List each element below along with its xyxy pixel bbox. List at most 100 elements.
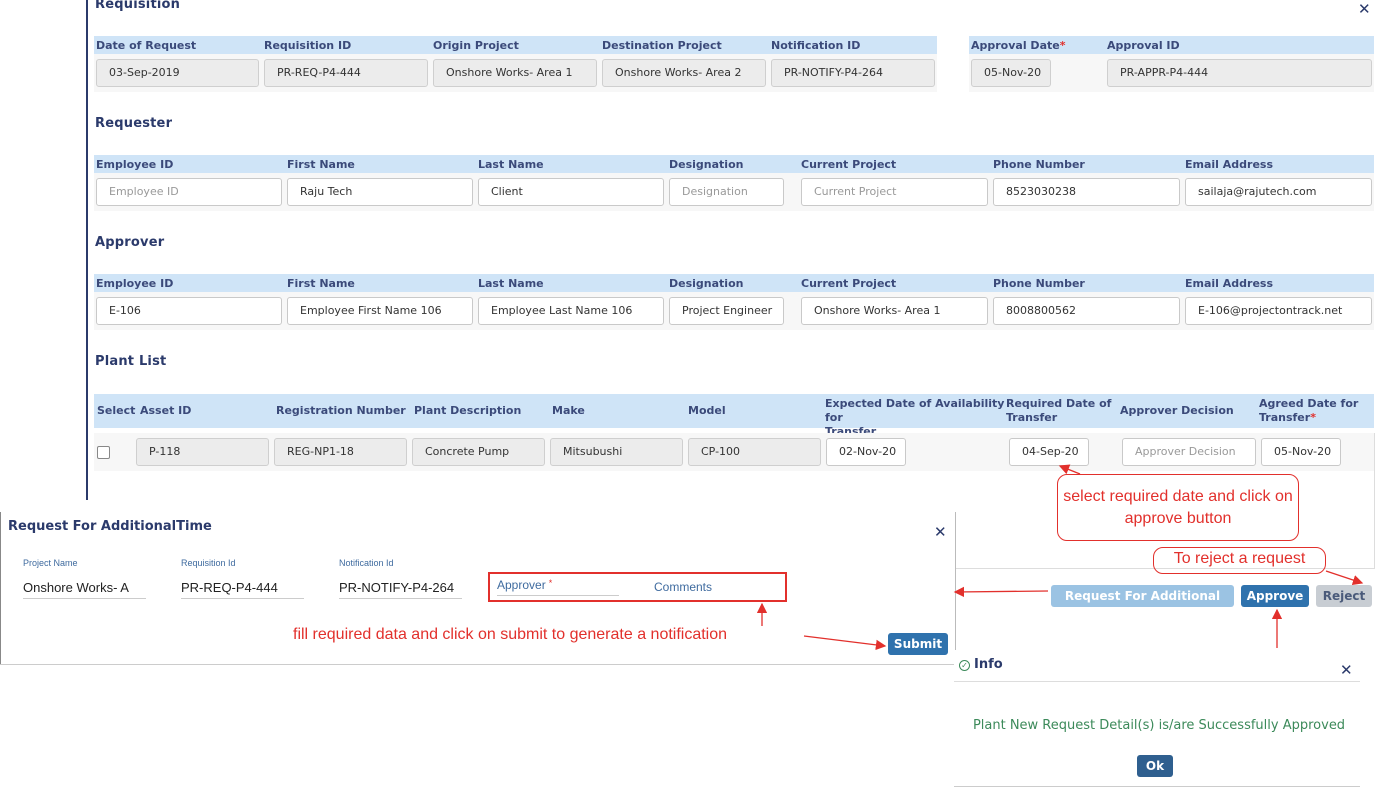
info-dialog: ✓ Info ✕ Plant New Request Detail(s) is/… xyxy=(954,650,1364,788)
requester-employee-id-input[interactable]: Employee ID xyxy=(96,178,282,206)
registration-number-field: REG-NP1-18 xyxy=(274,438,407,466)
header-agreed-date-line1: Agreed Date for xyxy=(1259,397,1359,410)
approver-designation-input[interactable]: Project Engineer xyxy=(669,297,784,325)
requisition-id-field: PR-REQ-P4-444 xyxy=(264,59,428,87)
info-title: Info xyxy=(974,657,1003,672)
plant-description-field: Concrete Pump xyxy=(412,438,545,466)
required-date-input[interactable]: 04-Sep-20 xyxy=(1009,438,1089,466)
project-name-label: Project Name xyxy=(23,558,78,568)
header-email-address: Email Address xyxy=(1185,277,1274,290)
requisition-id-label: Requisition Id xyxy=(181,558,236,568)
notification-id-field: PR-NOTIFY-P4-264 xyxy=(771,59,935,87)
header-current-project: Current Project xyxy=(801,158,897,171)
header-last-name: Last Name xyxy=(478,158,544,171)
approver-phone-input[interactable]: 8008800562 xyxy=(993,297,1180,325)
requester-email-input[interactable]: sailaja@rajutech.com xyxy=(1185,178,1372,206)
header-select: Select xyxy=(97,404,136,417)
annotation-reject: To reject a request xyxy=(1173,550,1306,567)
dialog-title: Request For AdditionalTime xyxy=(8,519,212,534)
header-approval-date: Approval Date xyxy=(971,39,1060,52)
dialog-requisition-id-input[interactable]: PR-REQ-P4-444 xyxy=(181,580,304,599)
header-notification-id: Notification ID xyxy=(771,39,861,52)
approver-title: Approver xyxy=(95,235,165,250)
header-required-date-line2: Transfer xyxy=(1006,411,1058,424)
approver-email-input[interactable]: E-106@projectontrack.net xyxy=(1185,297,1372,325)
info-close-icon[interactable]: ✕ xyxy=(1340,661,1353,679)
project-name-input[interactable]: Onshore Works- A xyxy=(23,580,146,599)
make-field: Mitsubushi xyxy=(550,438,683,466)
header-agreed-date-line2: Transfer xyxy=(1259,411,1311,424)
required-mark: * xyxy=(1310,411,1316,424)
header-first-name: First Name xyxy=(287,158,355,171)
approver-decision-input[interactable]: Approver Decision xyxy=(1122,438,1256,466)
table-right-border xyxy=(1374,433,1375,568)
header-registration-number: Registration Number xyxy=(276,404,406,417)
requester-designation-input[interactable]: Designation xyxy=(669,178,784,206)
approver-current-project-input[interactable]: Onshore Works- Area 1 xyxy=(801,297,988,325)
origin-project-field: Onshore Works- Area 1 xyxy=(433,59,597,87)
approver-employee-id-input[interactable]: E-106 xyxy=(96,297,282,325)
expected-date-input[interactable]: 02-Nov-20 xyxy=(826,438,906,466)
info-ok-button[interactable]: Ok xyxy=(1137,755,1173,777)
approver-first-name-input[interactable]: Employee First Name 106 xyxy=(287,297,473,325)
header-last-name: Last Name xyxy=(478,277,544,290)
approval-date-field[interactable]: 05-Nov-20 xyxy=(971,59,1051,87)
header-requisition-id: Requisition ID xyxy=(264,39,352,52)
required-mark: * xyxy=(548,578,553,588)
requester-first-name-input[interactable]: Raju Tech xyxy=(287,178,473,206)
header-date-of-request: Date of Request xyxy=(96,39,197,52)
annotation-fill-data: fill required data and click on submit t… xyxy=(293,626,728,643)
requisition-title: Requisition xyxy=(95,0,181,12)
approver-last-name-input[interactable]: Employee Last Name 106 xyxy=(478,297,664,325)
header-required-date: Required Date of Transfer xyxy=(1006,397,1116,425)
page-left-border xyxy=(86,0,88,500)
approver-select[interactable]: Approver * xyxy=(497,578,619,596)
approve-button[interactable]: Approve xyxy=(1241,585,1309,607)
annotation-select-date: select required date and click on approv… xyxy=(1063,488,1293,527)
header-email-address: Email Address xyxy=(1185,158,1274,171)
header-asset-id: Asset ID xyxy=(140,404,192,417)
header-approver-decision: Approver Decision xyxy=(1120,404,1234,417)
requester-last-name-input[interactable]: Client xyxy=(478,178,664,206)
header-current-project: Current Project xyxy=(801,277,897,290)
header-expected-date-line1: Expected Date of Availability for xyxy=(825,397,1005,424)
submit-button[interactable]: Submit xyxy=(888,633,948,655)
asset-id-field: P-118 xyxy=(136,438,269,466)
row-select-checkbox[interactable] xyxy=(97,446,110,459)
required-mark: * xyxy=(1059,39,1066,52)
header-origin-project: Origin Project xyxy=(433,39,519,52)
header-phone-number: Phone Number xyxy=(993,277,1085,290)
close-icon[interactable]: ✕ xyxy=(1358,0,1371,18)
agreed-date-input[interactable]: 05-Nov-20 xyxy=(1261,438,1341,466)
arrow-to-dialog xyxy=(953,586,1049,598)
approval-header: Approval Date* Approval ID xyxy=(969,36,1374,54)
requester-current-project-input[interactable]: Current Project xyxy=(801,178,988,206)
reject-button[interactable]: Reject xyxy=(1316,585,1372,607)
header-designation: Designation xyxy=(669,277,744,290)
approver-select-label: Approver xyxy=(497,578,546,592)
comments-input[interactable]: Comments xyxy=(654,580,712,594)
destination-project-field: Onshore Works- Area 2 xyxy=(602,59,766,87)
info-bottom-divider xyxy=(954,786,1360,787)
info-divider xyxy=(954,681,1360,682)
header-agreed-date: Agreed Date for Transfer* xyxy=(1259,397,1369,425)
requester-header: Employee ID First Name Last Name Designa… xyxy=(94,155,1374,173)
dialog-close-icon[interactable]: ✕ xyxy=(934,523,947,541)
header-destination-project: Destination Project xyxy=(602,39,722,52)
requester-title: Requester xyxy=(95,116,173,131)
info-check-icon: ✓ xyxy=(959,660,970,671)
request-additional-time-button[interactable]: Request For Additional Time xyxy=(1051,585,1234,625)
requisition-header: Date of Request Requisition ID Origin Pr… xyxy=(94,36,937,54)
dialog-notification-id-input[interactable]: PR-NOTIFY-P4-264 xyxy=(339,580,462,599)
dialog-left-border xyxy=(0,512,1,664)
header-required-date-line1: Required Date of xyxy=(1006,397,1112,410)
requester-phone-input[interactable]: 8523030238 xyxy=(993,178,1180,206)
info-message: Plant New Request Detail(s) is/are Succe… xyxy=(972,718,1346,733)
date-of-request-field: 03-Sep-2019 xyxy=(96,59,259,87)
header-employee-id: Employee ID xyxy=(96,277,174,290)
approver-header: Employee ID First Name Last Name Designa… xyxy=(94,274,1374,292)
header-approval-id: Approval ID xyxy=(1107,39,1180,52)
header-plant-description: Plant Description xyxy=(414,404,522,417)
approval-id-field: PR-APPR-P4-444 xyxy=(1107,59,1372,87)
plant-list-title: Plant List xyxy=(95,354,167,369)
